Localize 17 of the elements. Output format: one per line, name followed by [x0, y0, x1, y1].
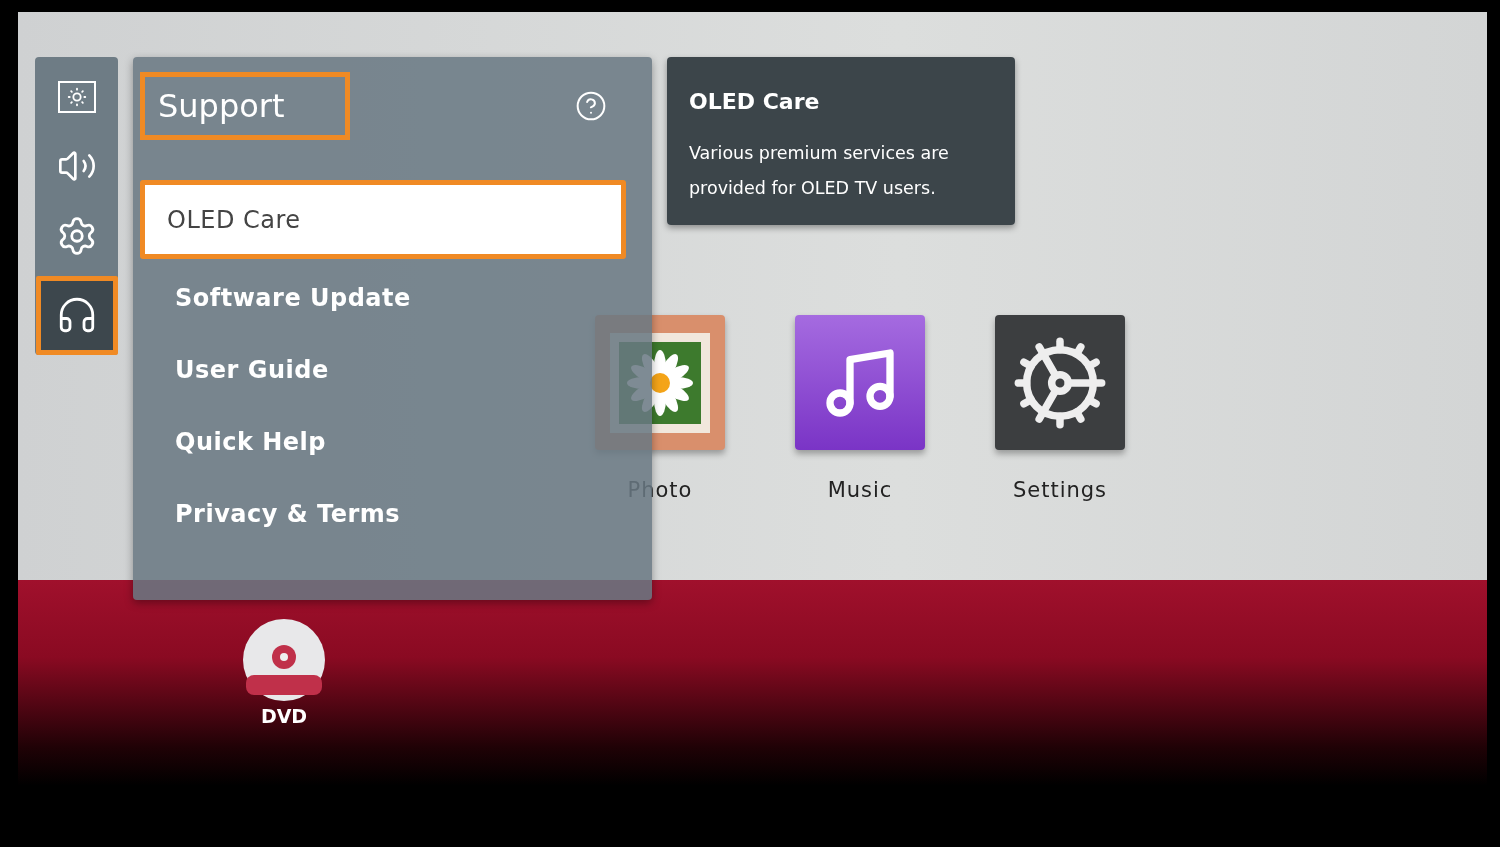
tooltip-text: Various premium services are provided for OLED TV users. — [689, 142, 950, 200]
menu-item[interactable]: User Guide — [140, 334, 626, 406]
app-label: Music — [827, 478, 893, 502]
menu-item[interactable]: Privacy & Terms — [140, 478, 626, 550]
menu-item[interactable]: Software Update — [140, 262, 626, 334]
app-tile[interactable] — [995, 315, 1125, 450]
menu-item[interactable]: OLED Care — [140, 180, 626, 259]
app-label: Settings — [1012, 478, 1108, 502]
picture-mode-icon — [57, 80, 96, 113]
menu-item[interactable]: Quick Help — [140, 406, 626, 478]
app-tile[interactable] — [795, 315, 925, 450]
tooltip-title: OLED Care — [689, 89, 821, 114]
panel-title: Support — [140, 72, 350, 140]
rail-button[interactable] — [35, 275, 118, 355]
input-label: DVD — [260, 705, 308, 727]
disc-icon — [241, 617, 327, 703]
help-icon[interactable] — [575, 90, 607, 122]
